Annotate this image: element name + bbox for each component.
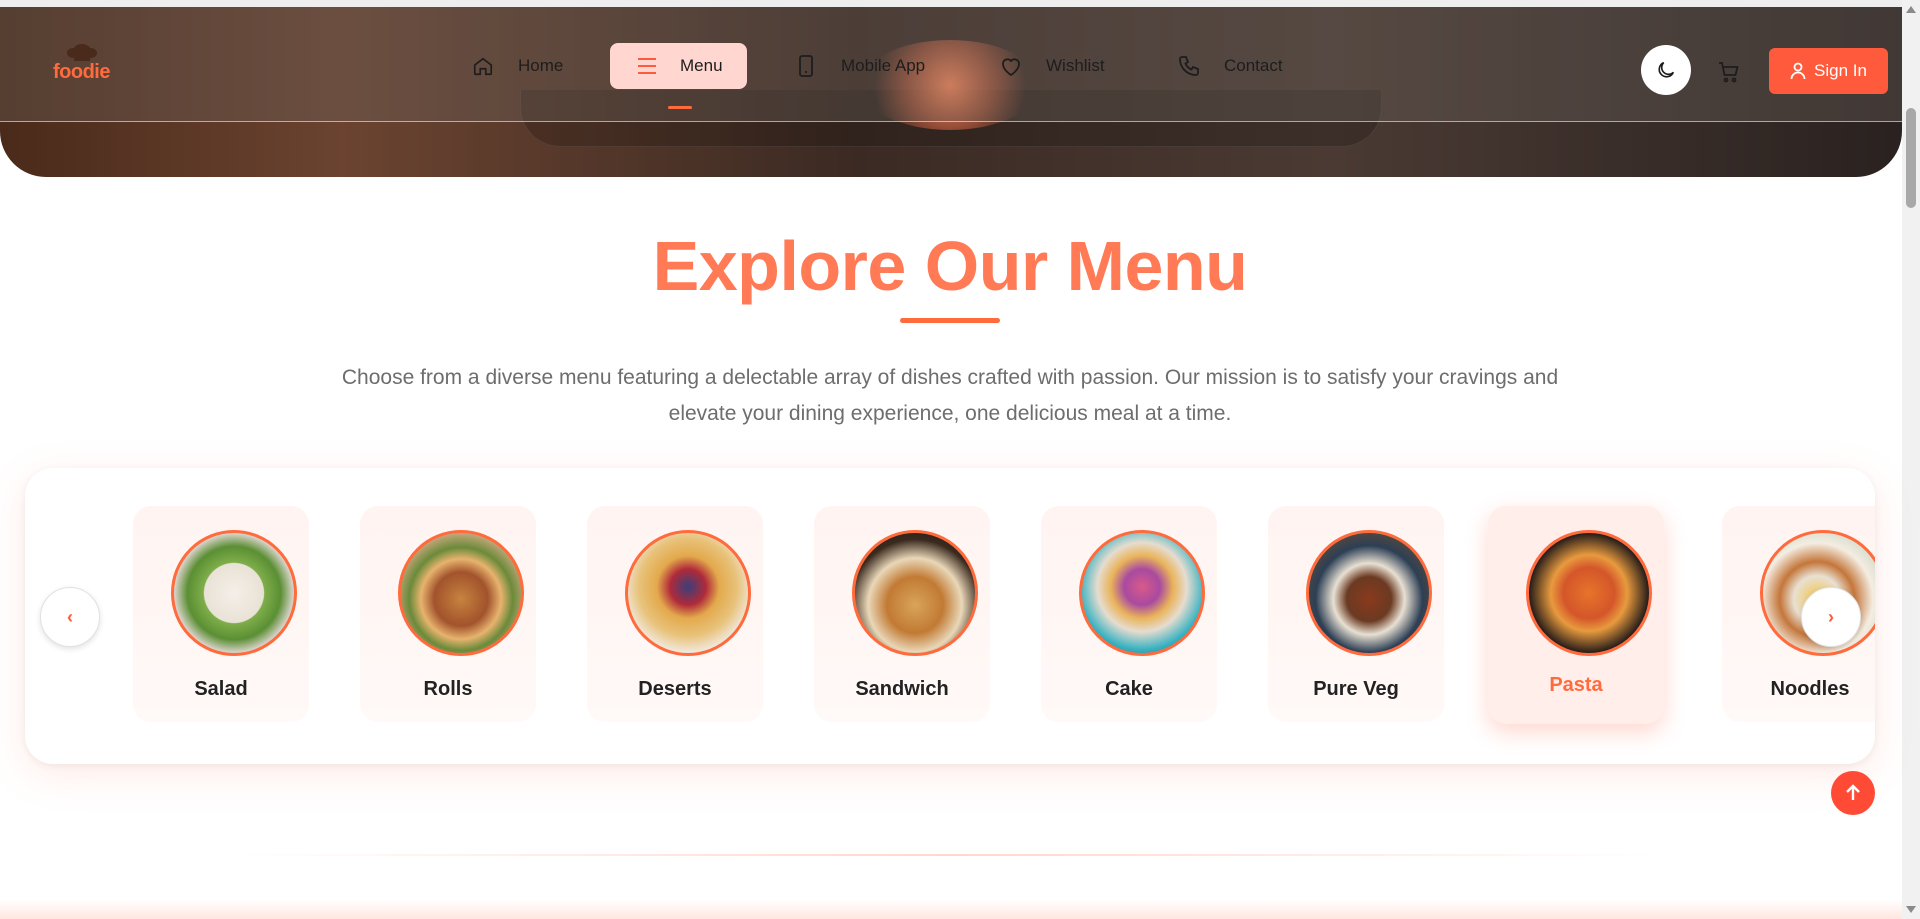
category-card-pure-veg[interactable]: Pure Veg <box>1268 506 1444 722</box>
title-underline <box>900 318 1000 323</box>
cart-button[interactable] <box>1714 57 1744 87</box>
phone-icon <box>1176 53 1202 79</box>
nav-mobile-app-label: Mobile App <box>841 56 926 75</box>
scroll-to-top-button[interactable] <box>1831 771 1875 815</box>
cart-icon <box>1719 62 1739 83</box>
subtitle-line-2: elevate your dining experience, one deli… <box>668 402 1232 425</box>
pasta-image <box>1526 530 1652 656</box>
category-card-sandwich[interactable]: Sandwich <box>814 506 990 722</box>
rolls-image <box>398 530 524 656</box>
pure-veg-image <box>1306 530 1432 656</box>
top-edge <box>0 0 1902 7</box>
nav-menu[interactable]: Menu <box>610 43 747 89</box>
chevron-left-icon: ‹ <box>67 606 73 627</box>
sandwich-image <box>852 530 978 656</box>
category-name: Deserts <box>638 678 712 700</box>
arrow-up-icon <box>1846 784 1860 800</box>
category-card-rolls[interactable]: Rolls <box>360 506 536 722</box>
nav-home[interactable]: Home <box>470 43 563 89</box>
category-name: Salad <box>194 678 248 700</box>
section-title: Explore Our Menu <box>652 227 1248 305</box>
category-card-deserts[interactable]: Deserts <box>587 506 763 722</box>
chef-hat-icon <box>67 44 97 61</box>
category-name: Pasta <box>1549 674 1603 696</box>
home-icon <box>470 53 496 79</box>
nav-contact-label: Contact <box>1224 56 1283 75</box>
carousel-next-button[interactable]: › <box>1801 587 1861 647</box>
category-name: Noodles <box>1770 678 1850 700</box>
logo-text: foodie <box>53 61 111 83</box>
heart-icon <box>998 53 1024 79</box>
deserts-image <box>625 530 751 656</box>
sign-in-button[interactable]: Sign In <box>1769 48 1888 94</box>
subtitle-line-1: Choose from a diverse menu featuring a d… <box>341 366 1559 389</box>
nav-mobile-app[interactable]: Mobile App <box>793 43 925 89</box>
page-scrollbar[interactable] <box>1902 0 1920 919</box>
moon-icon <box>1658 61 1675 78</box>
sign-in-label: Sign In <box>1814 61 1867 80</box>
cake-image <box>1079 530 1205 656</box>
category-name: Pure Veg <box>1313 678 1399 700</box>
category-card-cake[interactable]: Cake <box>1041 506 1217 722</box>
mobile-icon <box>793 53 819 79</box>
category-name: Sandwich <box>855 678 949 700</box>
scroll-down-arrow-icon[interactable] <box>1906 906 1916 913</box>
theme-toggle-button[interactable] <box>1641 45 1691 95</box>
scroll-thumb[interactable] <box>1906 108 1916 208</box>
user-icon <box>1790 62 1806 80</box>
category-name: Cake <box>1105 678 1153 700</box>
category-card-salad[interactable]: Salad <box>133 506 309 722</box>
category-card-pasta[interactable]: Pasta <box>1488 506 1664 724</box>
nav-contact[interactable]: Contact <box>1176 43 1283 89</box>
scroll-up-arrow-icon[interactable] <box>1906 6 1916 13</box>
category-carousel: Salad Rolls Deserts Sandwich Cake Pure V… <box>25 468 1875 764</box>
salad-image <box>171 530 297 656</box>
section-subtitle: Choose from a diverse menu featuring a d… <box>290 360 1610 432</box>
active-nav-indicator <box>668 106 692 109</box>
category-name: Rolls <box>423 678 473 700</box>
site-header: foodie Home Menu Mobile App Wishlist Con… <box>0 7 1902 122</box>
chevron-right-icon: › <box>1828 606 1834 627</box>
nav-wishlist-label: Wishlist <box>1046 56 1105 75</box>
carousel-prev-button[interactable]: ‹ <box>40 587 100 647</box>
menu-icon <box>634 53 660 79</box>
section-divider <box>240 854 1660 856</box>
bottom-glow <box>0 900 1902 919</box>
nav-home-label: Home <box>518 56 564 75</box>
nav-menu-label: Menu <box>680 56 723 75</box>
nav-wishlist[interactable]: Wishlist <box>998 43 1105 89</box>
logo[interactable]: foodie <box>50 41 120 87</box>
